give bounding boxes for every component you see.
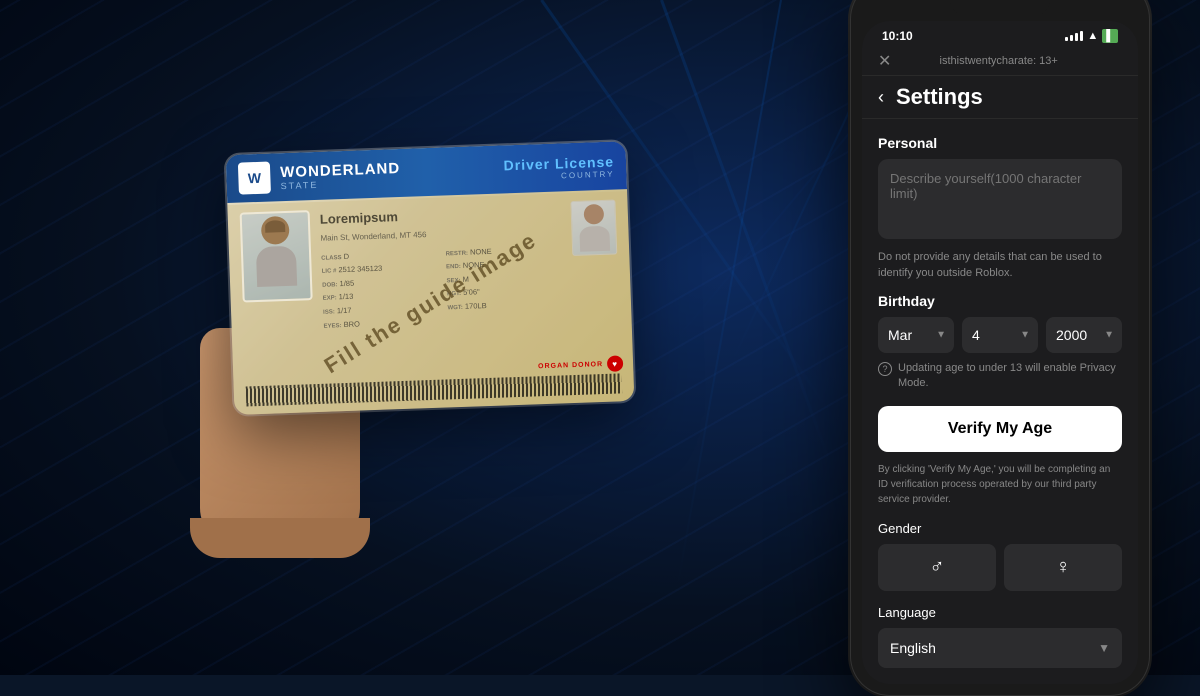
verify-age-button[interactable]: Verify My Age: [878, 406, 1122, 452]
phone-screen: 10:10 ▲ ▌ ✕ isthistwentycharate: 13+: [862, 21, 1138, 684]
app-header: ✕ isthistwentycharate: 13+: [862, 47, 1138, 76]
back-button[interactable]: ‹: [878, 87, 884, 108]
personal-textarea[interactable]: [878, 159, 1122, 239]
birthday-selects: Mar Jan Feb Apr ▼ 4 1 2: [878, 317, 1122, 353]
main-content: W WONDERLAND STATE Driver License COUNTR…: [0, 0, 1200, 675]
male-icon: ♂: [930, 556, 945, 579]
gender-label: Gender: [878, 521, 1122, 536]
day-select-wrapper: 4 1 2 3 ▼: [962, 317, 1038, 353]
settings-content: Personal Do not provide any details that…: [862, 119, 1138, 684]
female-icon: ♀: [1056, 556, 1071, 579]
gender-section: Gender ♂ ♀: [878, 521, 1122, 591]
close-button[interactable]: ✕: [878, 51, 891, 71]
page-title: Settings: [896, 84, 983, 110]
privacy-note: ? Updating age to under 13 will enable P…: [878, 361, 1122, 392]
gender-female-button[interactable]: ♀: [1004, 544, 1122, 591]
status-icons: ▲ ▌: [1065, 29, 1118, 43]
info-icon: ?: [878, 362, 892, 376]
id-card-section: W WONDERLAND STATE Driver License COUNTR…: [40, 128, 780, 548]
wifi-icon: ▲: [1087, 30, 1098, 42]
birthday-label: Birthday: [878, 293, 1122, 309]
organ-donor: ORGAN DONOR ♥: [538, 355, 624, 374]
month-select-wrapper: Mar Jan Feb Apr ▼: [878, 317, 954, 353]
nav-bar: ‹ Settings: [862, 76, 1138, 119]
month-select[interactable]: Mar Jan Feb Apr: [878, 317, 954, 353]
hand-area: W WONDERLAND STATE Driver License COUNTR…: [170, 128, 650, 548]
language-section: Language English Spanish French German P…: [878, 605, 1122, 668]
day-select[interactable]: 4 1 2 3: [962, 317, 1038, 353]
state-name: WONDERLAND: [280, 159, 401, 180]
verify-note: By clicking 'Verify My Age,' you will be…: [878, 462, 1122, 507]
app-subtitle: isthistwentycharate: 13+: [940, 55, 1058, 67]
privacy-note-text: Updating age to under 13 will enable Pri…: [898, 361, 1122, 392]
language-select-wrapper: English Spanish French German Portuguese…: [878, 628, 1122, 668]
card-state-info: WONDERLAND STATE: [280, 159, 401, 190]
phone: 10:10 ▲ ▌ ✕ isthistwentycharate: 13+: [850, 0, 1150, 696]
phone-section: 10:10 ▲ ▌ ✕ isthistwentycharate: 13+: [840, 0, 1160, 696]
organ-heart-icon: ♥: [607, 355, 624, 372]
battery-icon: ▌: [1102, 29, 1118, 43]
language-select[interactable]: English Spanish French German Portuguese…: [878, 628, 1122, 668]
fill-text: Fill the guide image: [320, 226, 542, 378]
status-time: 10:10: [882, 29, 913, 43]
id-card: W WONDERLAND STATE Driver License COUNTR…: [226, 141, 635, 415]
signal-bars-icon: [1065, 31, 1083, 41]
organ-donor-text: ORGAN DONOR: [538, 360, 603, 369]
language-label: Language: [878, 605, 1122, 620]
personal-warning: Do not provide any details that can be u…: [878, 250, 1122, 281]
phone-notch: [950, 0, 1050, 17]
status-bar: 10:10 ▲ ▌: [862, 21, 1138, 47]
year-select[interactable]: 2000 1998 1999 2001: [1046, 317, 1122, 353]
year-select-wrapper: 2000 1998 1999 2001 ▼: [1046, 317, 1122, 353]
personal-label: Personal: [878, 135, 1122, 151]
gender-male-button[interactable]: ♂: [878, 544, 996, 591]
gender-buttons: ♂ ♀: [878, 544, 1122, 591]
card-title-right: Driver License COUNTRY: [503, 153, 614, 182]
card-logo: W: [238, 161, 271, 194]
